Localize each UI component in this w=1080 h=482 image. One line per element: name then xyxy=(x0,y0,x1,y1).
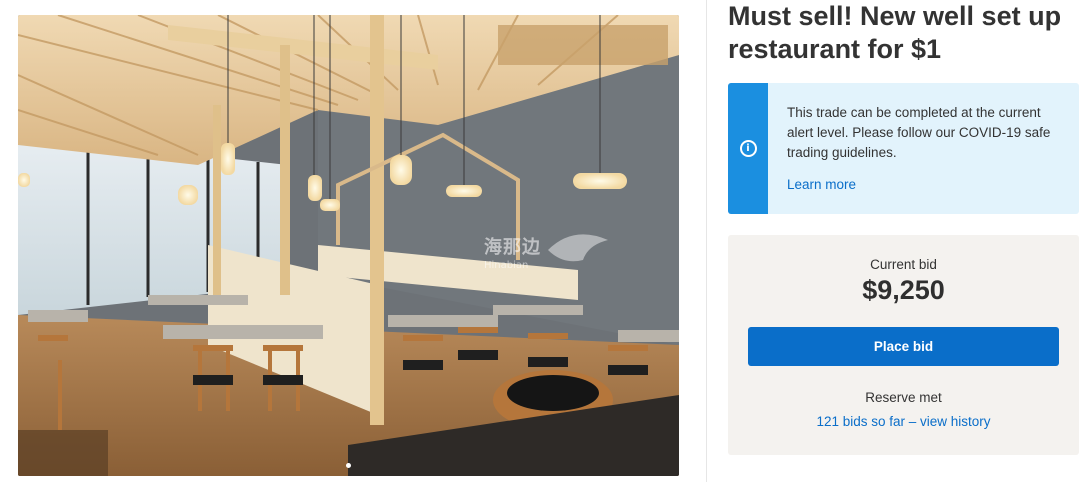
column-divider xyxy=(706,0,707,482)
reserve-status: Reserve met xyxy=(865,390,942,405)
carousel-dots xyxy=(18,463,679,468)
alert-color-bar: i xyxy=(728,83,768,214)
learn-more-link[interactable]: Learn more xyxy=(787,177,856,192)
listing-title: Must sell! New well set up restaurant fo… xyxy=(728,1,1062,64)
alert-message: This trade can be completed at the curre… xyxy=(787,105,1051,160)
photo-watermark: 海那边 Hinabian xyxy=(484,237,541,271)
listing-photo[interactable]: 海那边 Hinabian xyxy=(18,15,679,476)
bid-panel: Current bid $9,250 Place bid Reserve met… xyxy=(728,235,1079,455)
carousel-dot-active[interactable] xyxy=(346,463,351,468)
current-bid-amount: $9,250 xyxy=(862,275,945,305)
place-bid-button[interactable]: Place bid xyxy=(748,327,1059,366)
covid-alert-panel: i This trade can be completed at the cur… xyxy=(728,83,1079,214)
restaurant-interior-image xyxy=(18,15,679,476)
current-bid-label: Current bid xyxy=(870,257,937,272)
bid-history-link[interactable]: 121 bids so far – view history xyxy=(728,414,1079,429)
info-icon: i xyxy=(739,140,757,157)
